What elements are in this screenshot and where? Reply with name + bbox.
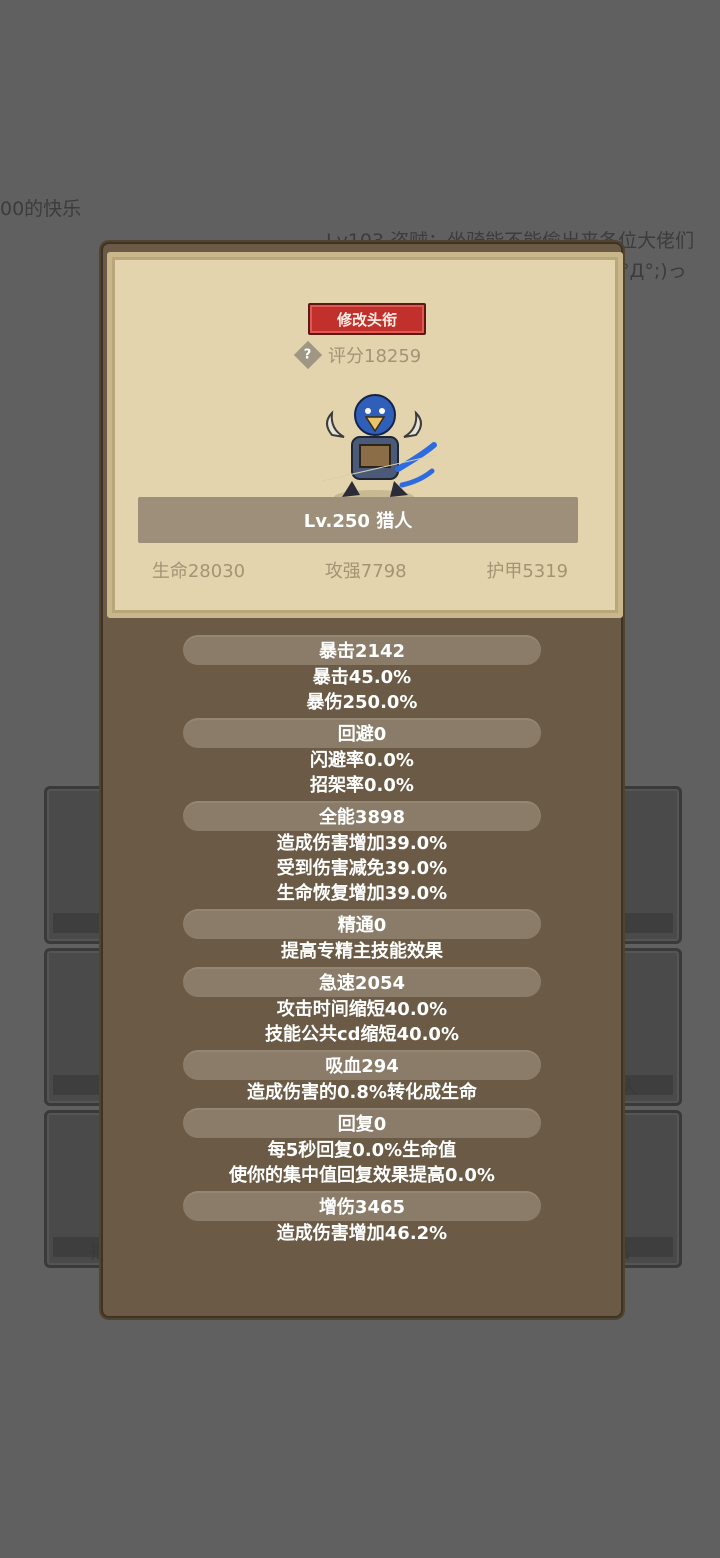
attribute-detail: 使你的集中值回复效果提高0.0% [229, 1165, 495, 1186]
attribute-detail: 闪避率0.0% [310, 750, 414, 771]
chat-message-left: 00的快乐 [0, 198, 82, 220]
attribute-detail: 招架率0.0% [310, 775, 414, 796]
score-text: 评分18259 [328, 346, 422, 367]
attribute-title-pill: 精通0 [183, 909, 541, 939]
attribute-detail: 技能公共cd缩短40.0% [264, 1024, 459, 1045]
attribute-detail: 暴击45.0% [312, 667, 412, 688]
attribute-section: 全能3898 造成伤害增加39.0% 受到伤害减免39.0% 生命恢复增加39.0% [103, 798, 621, 906]
attribute-section: 回避0 闪避率0.0% 招架率0.0% [103, 715, 621, 798]
attribute-section: 吸血294 造成伤害的0.8%转化成生命 [103, 1047, 621, 1105]
attribute-list: 暴击2142 暴击45.0% 暴伤250.0% 回避0 闪避率0.0% 招架率0.0% 全能… [103, 632, 621, 1246]
rename-title-button[interactable]: 修改头衔 [308, 303, 426, 335]
score-row: ? 评分18259 [293, 340, 422, 370]
help-icon[interactable]: ? [293, 340, 323, 370]
armor-stat: 护甲5319 [486, 561, 569, 582]
attribute-section: 暴击2142 暴击45.0% 暴伤250.0% [103, 632, 621, 715]
hunter-character-sprite [321, 394, 437, 504]
attribute-title-pill: 全能3898 [183, 801, 541, 831]
attack-stat: 攻强7798 [324, 561, 407, 582]
attribute-title-pill: 暴击2142 [183, 635, 541, 665]
attribute-section: 急速2054 攻击时间缩短40.0% 技能公共cd缩短40.0% [103, 964, 621, 1047]
attribute-detail: 提高专精主技能效果 [281, 941, 443, 962]
attribute-detail: 造成伤害增加39.0% [276, 833, 448, 854]
attribute-title-pill: 急速2054 [183, 967, 541, 997]
attribute-detail: 生命恢复增加39.0% [276, 883, 448, 904]
attribute-section: 回复0 每5秒回复0.0%生命值使你的集中值回复效果提高0.0% [103, 1105, 621, 1188]
attribute-title-pill: 回避0 [183, 718, 541, 748]
hp-stat: 生命28030 [151, 561, 246, 582]
attribute-detail: 攻击时间缩短40.0% [276, 999, 448, 1020]
base-stats-row: 生命28030 攻强7798 护甲5319 [112, 557, 608, 583]
attribute-detail: 暴伤250.0% [306, 692, 418, 713]
attribute-section: 增伤3465 造成伤害增加46.2% [103, 1188, 621, 1246]
chat-message-right-emote: °Д°;)っ [620, 260, 687, 282]
attribute-detail: 造成伤害增加46.2% [276, 1223, 448, 1244]
attribute-title-pill: 增伤3465 [183, 1191, 541, 1221]
attribute-detail: 受到伤害减免39.0% [276, 858, 448, 879]
attribute-title-pill: 吸血294 [183, 1050, 541, 1080]
character-header-card: 修改头衔 ? 评分18259 Lv.250 猎人 生命28030 攻强7798 … [107, 252, 623, 618]
character-attributes-dialog: 修改头衔 ? 评分18259 Lv.250 猎人 生命28030 攻强7798 … [101, 242, 623, 1318]
attribute-section: 精通0 提高专精主技能效果 [103, 906, 621, 964]
character-name-bar: Lv.250 猎人 [138, 497, 578, 543]
attribute-detail: 造成伤害的0.8%转化成生命 [247, 1082, 477, 1103]
attribute-detail: 每5秒回复0.0%生命值 [267, 1140, 457, 1161]
attribute-title-pill: 回复0 [183, 1108, 541, 1138]
